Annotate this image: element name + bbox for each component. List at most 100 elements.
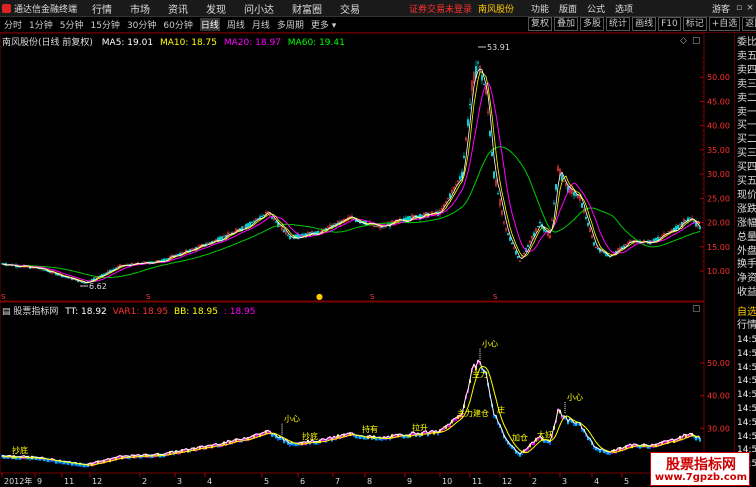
chart-toolbar: 复权 叠加 多股 统计 画线 F10 标记 +自选 返回 [528, 17, 756, 31]
candle-body [247, 223, 249, 227]
indicator-annotation: 拉升 [412, 423, 428, 433]
ma60-line [1, 146, 701, 279]
candle-body [481, 75, 483, 81]
period-tab-1[interactable]: 1分钟 [29, 18, 53, 31]
menu-formula[interactable]: 公式 [587, 2, 605, 15]
toolbar-back[interactable]: 返回 [742, 17, 756, 31]
x-tick-label: 4 [207, 477, 212, 486]
period-tab-8[interactable]: 月线 [252, 18, 270, 31]
x-tick-label: 3 [177, 477, 182, 486]
watermark-logo: 股票指标网 www.7gpzb.com [650, 452, 750, 486]
candle-body [165, 258, 167, 260]
side-item-14: 总量 [737, 231, 756, 243]
settings-icon[interactable]: ◇ [680, 36, 687, 46]
side-lower-item-0[interactable]: 自选 [737, 307, 756, 319]
app-logo-icon [2, 4, 11, 13]
period-tab-3[interactable]: 15分钟 [90, 18, 119, 31]
var1-value: VAR1: 18.95 [112, 307, 169, 317]
x-tick-label: 8 [367, 477, 372, 486]
menu-functions[interactable]: 功能 [531, 2, 549, 15]
menu-trade[interactable]: 交易 [340, 1, 360, 16]
period-tab-9[interactable]: 多周期 [277, 18, 304, 31]
main-y-tick-label: 50.00 [707, 73, 730, 82]
x-tick-label: 2012年 [4, 476, 32, 486]
side-item-8: 买三 [737, 148, 756, 160]
side-time-3: 14:56 [737, 376, 756, 387]
ma10-line [1, 71, 701, 283]
maximize-icon[interactable]: ▢ [692, 304, 701, 314]
side-item-3: 卖三 [737, 78, 756, 90]
trade-login-status[interactable]: 证券交易未登录 [409, 5, 472, 15]
candle-body [603, 252, 605, 254]
toolbar-draw-line[interactable]: 画线 [632, 17, 657, 31]
x-tick-label: 12 [502, 477, 512, 486]
menu-layout[interactable]: 版面 [559, 2, 577, 15]
side-time-7: 14:56 [737, 431, 756, 442]
x-tick-label: 2 [532, 477, 537, 486]
stock-chart-title[interactable]: 南风股份(日线 前复权) [2, 38, 93, 48]
menu-quotes[interactable]: 行情 [92, 1, 112, 16]
menu-wealth-circle[interactable]: 财富圈 [292, 1, 322, 16]
period-tab-0[interactable]: 分时 [4, 18, 22, 31]
x-tick-label: 2 [142, 477, 147, 486]
maximize-icon[interactable]: ▢ [692, 36, 701, 46]
indicator-annotation: 庄 [497, 404, 505, 414]
candle-body [509, 237, 511, 241]
period-tab-2[interactable]: 5分钟 [60, 18, 84, 31]
candle-body [477, 62, 479, 64]
indicator-title[interactable]: 股票指标网 [13, 307, 58, 317]
ma5-value: MA5: 19.01 [101, 38, 154, 48]
indicator-annotation: 抄底 [302, 431, 318, 441]
low-price-label: 6.62 [89, 282, 107, 291]
guest-user[interactable]: 游客 [712, 2, 730, 15]
main-legend: 南风股份(日线 前复权) MA5: 19.01 MA10: 18.75 MA20… [2, 35, 345, 48]
event-marker[interactable]: S [1, 293, 6, 301]
toolbar-restore-right[interactable]: 复权 [528, 17, 553, 31]
candle-body [275, 221, 277, 223]
toolbar-f10[interactable]: F10 [658, 17, 681, 31]
candle-body [251, 221, 253, 223]
menu-market[interactable]: 市场 [130, 1, 150, 16]
event-marker[interactable]: S [493, 293, 498, 301]
menu-bar: 通达信金融终端 行情 市场 资讯 发现 问小达 财富圈 交易 [0, 0, 756, 17]
menu-options[interactable]: 选项 [615, 2, 633, 15]
login-notice[interactable]: 证券交易未登录 南风股份 [409, 2, 514, 15]
toolbar-multi-stock[interactable]: 多股 [580, 17, 605, 31]
candle-body [585, 216, 587, 219]
candle-body [489, 130, 491, 137]
toolbar-mark[interactable]: 标记 [682, 17, 707, 31]
side-lower-item-1[interactable]: 行情 [737, 320, 756, 332]
ma10-value: MA10: 18.75 [159, 38, 217, 48]
period-tab-4[interactable]: 30分钟 [127, 18, 156, 31]
side-time-5: 14:56 [737, 404, 756, 414]
minimize-icon[interactable]: ▫ [734, 3, 744, 13]
candle-body [105, 272, 107, 274]
close-icon[interactable]: × [745, 3, 755, 13]
period-tab-more[interactable]: 更多 ▾ [311, 18, 336, 31]
ind-y-tick-label: 50.00 [707, 359, 730, 368]
side-item-5: 卖一 [737, 106, 756, 118]
menu-news[interactable]: 资讯 [168, 1, 188, 16]
period-tab-7[interactable]: 周线 [227, 18, 245, 31]
period-tab-6[interactable]: 日线 [199, 18, 220, 31]
toolbar-overlay[interactable]: 叠加 [554, 17, 579, 31]
candle-body [289, 235, 291, 239]
side-item-4: 卖二 [737, 92, 756, 104]
toolbar-statistics[interactable]: 统计 [606, 17, 631, 31]
candle-body [587, 223, 589, 226]
chart-canvas[interactable]: 50.00 45.00 40.00 35.00 30.00 25.00 20.00 15.00… [0, 33, 734, 487]
candle-body [493, 171, 495, 179]
candle-body [483, 84, 485, 86]
main-y-tick-label: 30.00 [707, 170, 730, 179]
candle-body [249, 221, 251, 226]
toolbar-add-watchlist[interactable]: +自选 [708, 17, 741, 31]
menu-discover[interactable]: 发现 [206, 1, 226, 16]
menu-ask-xiaoda[interactable]: 问小达 [244, 1, 274, 16]
candle-body [539, 222, 541, 224]
event-marker[interactable]: S [146, 293, 151, 301]
ind-y-tick-label: 40.00 [707, 392, 730, 401]
event-marker[interactable]: S [370, 293, 375, 301]
main-y-tick-label: 35.00 [707, 146, 730, 155]
period-tab-5[interactable]: 60分钟 [163, 18, 192, 31]
event-marker[interactable]: ● [316, 292, 323, 301]
